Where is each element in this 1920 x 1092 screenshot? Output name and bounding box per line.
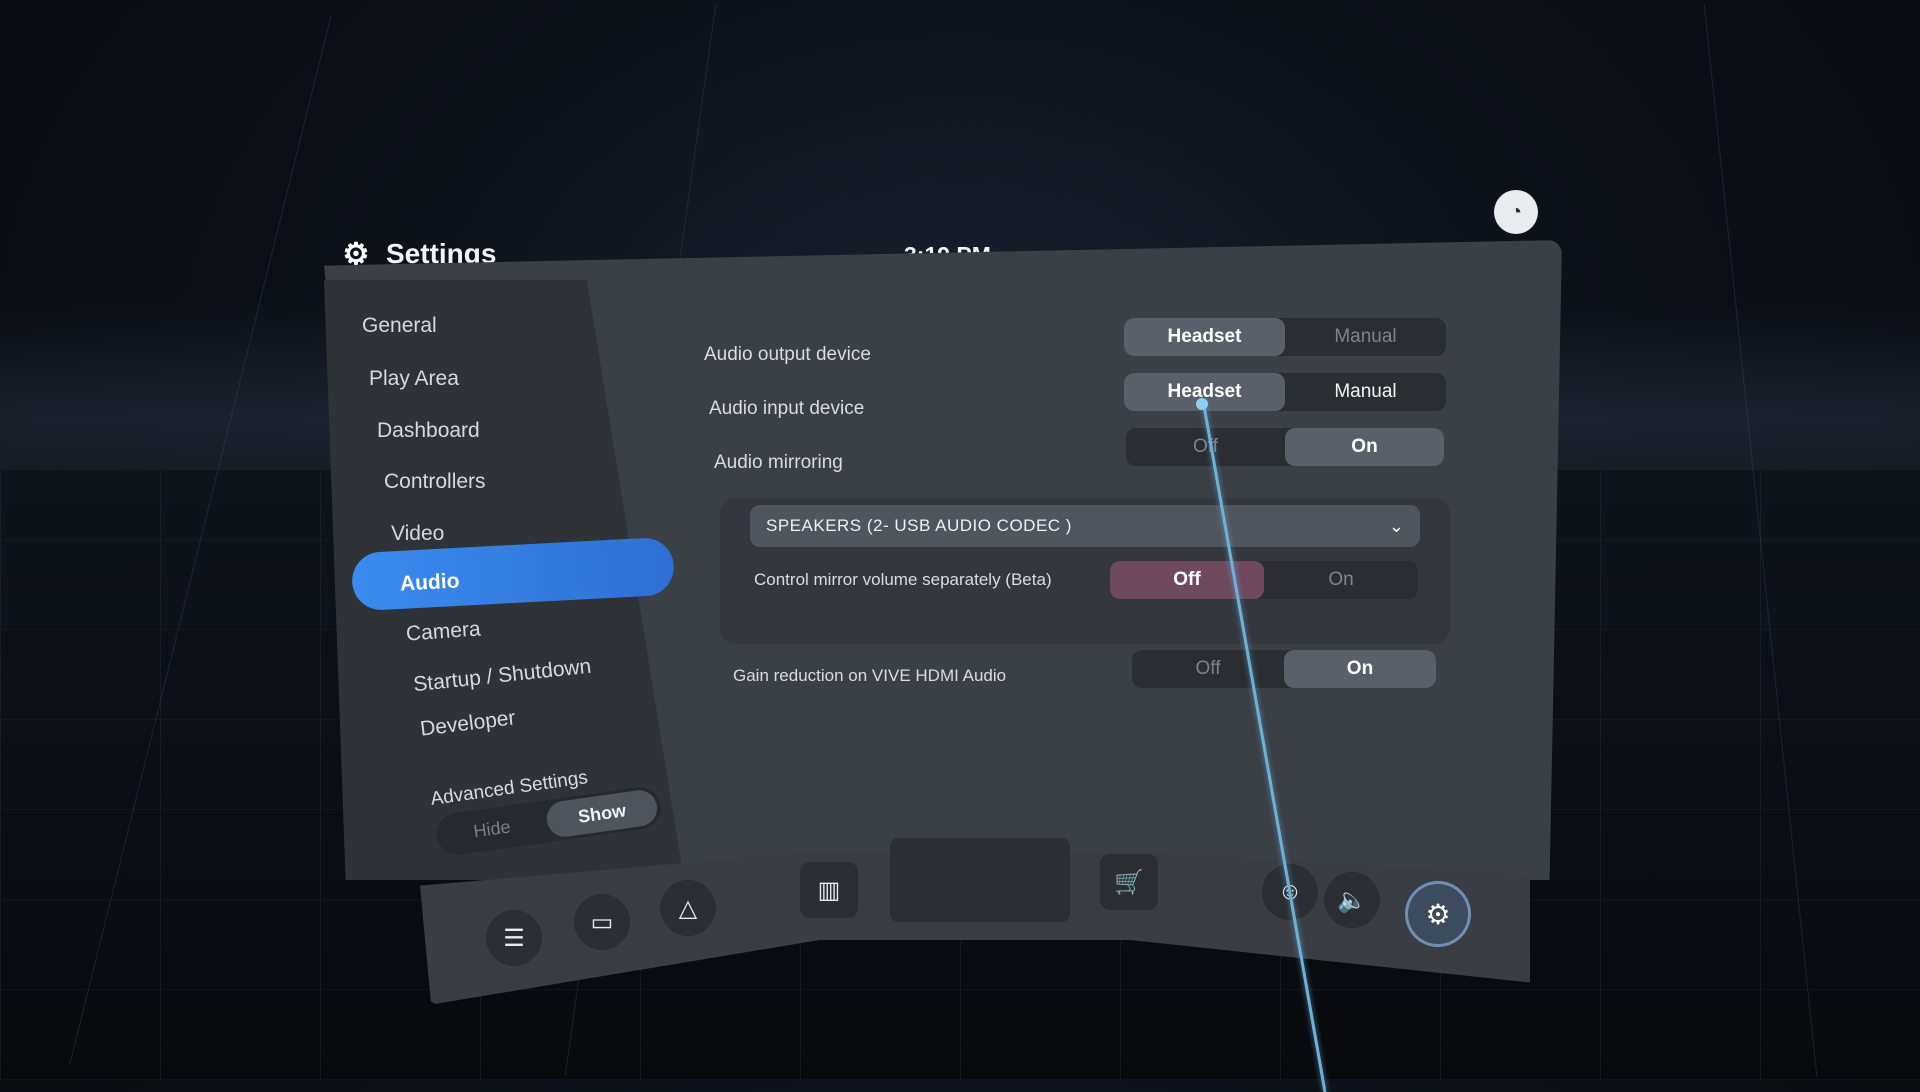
audio-mirroring-off[interactable]: Off (1126, 428, 1285, 466)
audio-mirroring-on[interactable]: On (1285, 428, 1444, 466)
mirror-volume-label: Control mirror volume separately (Beta) (754, 570, 1052, 589)
window-icon[interactable]: ▭ (574, 894, 630, 950)
library-icon[interactable]: ▥ (800, 862, 858, 918)
audio-input-manual[interactable]: Manual (1285, 373, 1446, 411)
advanced-hide-option[interactable]: Hide (436, 811, 549, 847)
settings-icon[interactable]: ⚙ (1408, 884, 1468, 944)
gain-reduction-toggle[interactable]: Off On (1132, 650, 1436, 688)
gain-reduction-off[interactable]: Off (1132, 650, 1284, 688)
audio-mirroring-toggle[interactable]: Off On (1126, 428, 1444, 466)
gain-reduction-label: Gain reduction on VIVE HDMI Audio (733, 666, 1007, 685)
mirror-device-value: SPEAKERS (2- USB AUDIO CODEC ) (766, 516, 1072, 535)
audio-output-toggle[interactable]: Headset Manual (1124, 318, 1446, 356)
gain-reduction-on[interactable]: On (1284, 650, 1436, 688)
now-playing-slot[interactable] (890, 838, 1070, 922)
audio-output-manual[interactable]: Manual (1285, 318, 1446, 356)
sidebar-item-audio-label: Audio (399, 569, 461, 596)
mirror-volume-off[interactable]: Off (1110, 561, 1264, 599)
audio-input-label: Audio input device (709, 398, 865, 419)
chevron-down-icon: ⌄ (1388, 515, 1404, 536)
audio-output-label: Audio output device (704, 344, 871, 365)
mirror-device-dropdown[interactable]: SPEAKERS (2- USB AUDIO CODEC ) ⌄ (750, 505, 1420, 547)
sidebar-item-general[interactable]: General (362, 314, 437, 338)
audio-output-headset[interactable]: Headset (1124, 318, 1285, 356)
audio-mirroring-label: Audio mirroring (714, 452, 843, 473)
sidebar-item-dashboard[interactable]: Dashboard (377, 419, 480, 443)
sidebar-item-video[interactable]: Video (391, 522, 444, 546)
laser-cursor (1196, 398, 1208, 410)
steam-icon[interactable]: ◔ (1494, 190, 1538, 234)
volume-icon[interactable]: 🔈 (1324, 872, 1380, 928)
sidebar-item-controllers[interactable]: Controllers (384, 470, 486, 494)
sidebar-item-play-area[interactable]: Play Area (369, 367, 459, 391)
mirror-volume-toggle[interactable]: Off On (1110, 561, 1418, 599)
vive-icon[interactable]: △ (660, 880, 716, 936)
store-icon[interactable]: 🛒 (1100, 854, 1158, 910)
menu-icon[interactable]: ☰ (486, 910, 542, 966)
mirror-volume-on[interactable]: On (1264, 561, 1418, 599)
audio-input-toggle[interactable]: Headset Manual (1124, 373, 1446, 411)
